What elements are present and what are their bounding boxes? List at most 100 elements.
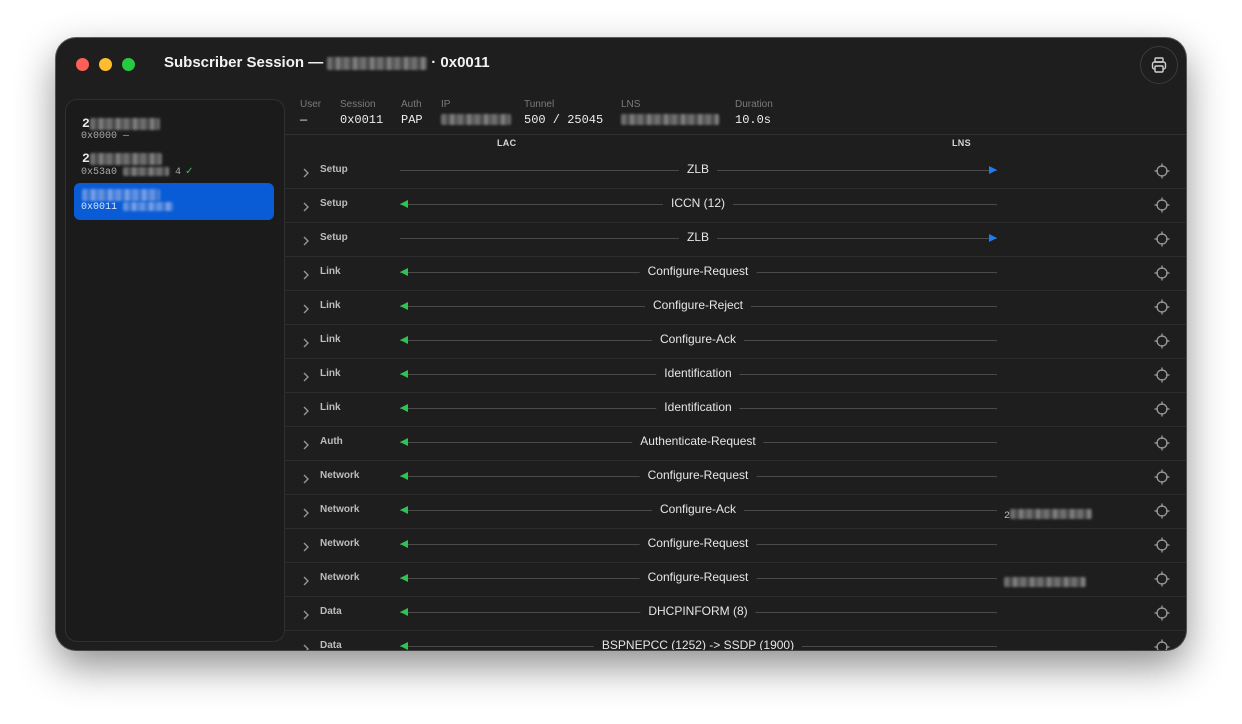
message-row[interactable]: Data DHCPINFORM (8) (284, 596, 1186, 631)
message-name: Identification (656, 366, 740, 380)
message-row[interactable]: Network Configure-Request (284, 562, 1186, 597)
chevron-right-icon[interactable] (302, 539, 310, 557)
session-window: Subscriber Session — · 0x0011 2 0x0000 — … (56, 38, 1186, 650)
message-row[interactable]: Network Configure-Request (284, 528, 1186, 563)
message-category: Link (320, 266, 341, 277)
chevron-right-icon[interactable] (302, 165, 310, 183)
chevron-right-icon[interactable] (302, 199, 310, 217)
lns-field: LNS (621, 99, 719, 127)
session-name: 2 (82, 116, 160, 131)
crosshair-icon[interactable] (1154, 639, 1170, 650)
message-category: Data (320, 606, 342, 617)
message-name: DHCPINFORM (8) (640, 604, 756, 618)
message-category: Link (320, 368, 341, 379)
title-prefix: Subscriber Session — (164, 54, 324, 71)
crosshair-icon[interactable] (1154, 503, 1170, 524)
auth-field: Auth PAP (401, 99, 423, 127)
arrow-left-icon (400, 404, 408, 412)
crosshair-icon[interactable] (1154, 367, 1170, 388)
crosshair-icon[interactable] (1154, 265, 1170, 286)
ip-field: IP (441, 99, 511, 127)
message-row[interactable]: Link Configure-Request (284, 256, 1186, 291)
message-category: Setup (320, 164, 348, 175)
crosshair-icon[interactable] (1154, 299, 1170, 320)
arrow-left-icon (400, 574, 408, 582)
message-category: Auth (320, 436, 343, 447)
zoom-button[interactable] (122, 58, 135, 71)
chevron-right-icon[interactable] (302, 505, 310, 523)
chevron-right-icon[interactable] (302, 573, 310, 591)
session-meta: 0x53a0 4 ✓ (81, 166, 194, 178)
close-button[interactable] (76, 58, 89, 71)
message-row[interactable]: Link Identification (284, 392, 1186, 427)
message-row[interactable]: Data BSPNEPCC (1252) -> SSDP (1900) (284, 630, 1186, 650)
crosshair-icon[interactable] (1154, 435, 1170, 456)
chevron-right-icon[interactable] (302, 335, 310, 353)
redacted-address (123, 166, 170, 176)
crosshair-icon[interactable] (1154, 231, 1170, 252)
print-button[interactable] (1140, 46, 1178, 84)
session-item-selected[interactable]: 0x0011 (74, 183, 274, 220)
crosshair-icon[interactable] (1154, 605, 1170, 626)
checkmark-icon: ✓ (185, 166, 194, 177)
chevron-right-icon[interactable] (302, 471, 310, 489)
message-category: Setup (320, 198, 348, 209)
message-name: Configure-Reject (644, 298, 752, 312)
arrow-left-icon (400, 370, 408, 378)
chevron-right-icon[interactable] (302, 301, 310, 319)
message-category: Network (320, 538, 360, 549)
chevron-right-icon[interactable] (302, 641, 310, 650)
message-category: Link (320, 334, 341, 345)
window-title: Subscriber Session — · 0x0011 (164, 54, 490, 71)
message-row[interactable]: Setup ZLB (284, 222, 1186, 257)
crosshair-icon[interactable] (1154, 537, 1170, 558)
message-row[interactable]: Link Identification (284, 358, 1186, 393)
message-name: Configure-Request (639, 264, 757, 278)
chevron-right-icon[interactable] (302, 267, 310, 285)
session-item[interactable]: 2 0x53a0 4 ✓ (74, 147, 274, 184)
session-field: Session 0x0011 (340, 99, 384, 127)
arrow-left-icon (400, 506, 408, 514)
session-item[interactable]: 2 0x0000 — (74, 112, 274, 149)
session-sidebar: 2 0x0000 — 2 0x53a0 4 ✓ 0x0011 (65, 99, 285, 642)
message-name: ZLB (678, 162, 718, 176)
message-row[interactable]: Auth Authenticate-Request (284, 426, 1186, 461)
message-row[interactable]: Network Configure-Request (284, 460, 1186, 495)
chevron-right-icon[interactable] (302, 607, 310, 625)
chevron-right-icon[interactable] (302, 437, 310, 455)
message-note (1004, 573, 1086, 591)
message-row[interactable]: Network Configure-Ack 2 (284, 494, 1186, 529)
crosshair-icon[interactable] (1154, 401, 1170, 422)
crosshair-icon[interactable] (1154, 469, 1170, 490)
crosshair-icon[interactable] (1154, 163, 1170, 184)
redacted-subscriber-name (327, 56, 428, 70)
ladder-column-headers: LAC LNS (284, 138, 1186, 154)
session-name: 2 (82, 151, 162, 166)
message-row[interactable]: Setup ZLB (284, 154, 1186, 189)
message-name: Configure-Ack (651, 502, 745, 516)
arrow-left-icon (400, 608, 408, 616)
chevron-right-icon[interactable] (302, 403, 310, 421)
arrow-right-icon (989, 234, 997, 242)
message-row[interactable]: Setup ICCN (12) (284, 188, 1186, 223)
chevron-right-icon[interactable] (302, 369, 310, 387)
user-field: User — (300, 99, 322, 127)
message-name: ZLB (678, 230, 718, 244)
message-row[interactable]: Link Configure-Ack (284, 324, 1186, 359)
crosshair-icon[interactable] (1154, 571, 1170, 592)
message-category: Setup (320, 232, 348, 243)
chevron-right-icon[interactable] (302, 233, 310, 251)
session-info-bar: User — Session 0x0011 Auth PAP IP Tunnel… (284, 94, 1186, 135)
message-row[interactable]: Link Configure-Reject (284, 290, 1186, 325)
crosshair-icon[interactable] (1154, 197, 1170, 218)
minimize-button[interactable] (99, 58, 112, 71)
redacted-name (89, 152, 162, 165)
arrow-left-icon (400, 302, 408, 310)
arrow-left-icon (400, 336, 408, 344)
message-name: BSPNEPCC (1252) -> SSDP (1900) (593, 638, 803, 650)
duration-field: Duration 10.0s (735, 99, 773, 127)
message-category: Data (320, 640, 342, 650)
message-name: Authenticate-Request (632, 434, 764, 448)
crosshair-icon[interactable] (1154, 333, 1170, 354)
message-category: Network (320, 470, 360, 481)
